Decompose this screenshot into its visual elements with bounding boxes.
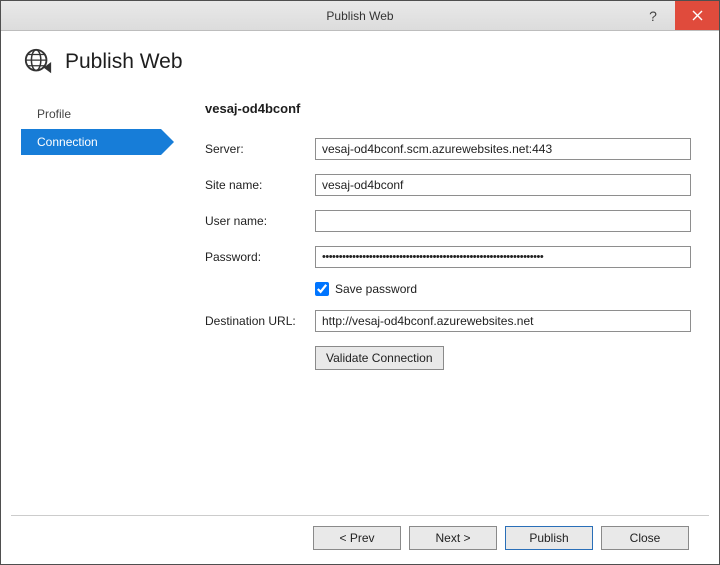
sidebar-item-label: Profile — [37, 107, 71, 121]
validate-connection-button[interactable]: Validate Connection — [315, 346, 444, 370]
window-controls: ? — [631, 1, 719, 30]
destination-url-label: Destination URL: — [205, 314, 315, 328]
dialog-title: Publish Web — [65, 50, 183, 74]
save-password-label: Save password — [335, 282, 417, 296]
site-name-input[interactable] — [315, 174, 691, 196]
close-button[interactable]: Close — [601, 526, 689, 550]
user-name-input[interactable] — [315, 210, 691, 232]
dialog-header: Publish Web — [1, 31, 719, 85]
prev-button[interactable]: < Prev — [313, 526, 401, 550]
profile-name-title: vesaj-od4bconf — [205, 101, 691, 116]
dialog-body: Profile Connection vesaj-od4bconf Server… — [1, 85, 719, 515]
sidebar-item-connection[interactable]: Connection — [21, 129, 161, 155]
server-row: Server: — [205, 138, 691, 160]
close-icon — [692, 10, 703, 21]
close-window-button[interactable] — [675, 1, 719, 30]
user-name-label: User name: — [205, 214, 315, 228]
server-input[interactable] — [315, 138, 691, 160]
save-password-row: Save password — [315, 282, 691, 296]
server-label: Server: — [205, 142, 315, 156]
save-password-checkbox[interactable] — [315, 282, 329, 296]
titlebar: Publish Web ? — [1, 1, 719, 31]
content-panel: vesaj-od4bconf Server: Site name: User n… — [161, 101, 719, 515]
wizard-steps-sidebar: Profile Connection — [1, 101, 161, 515]
site-name-label: Site name: — [205, 178, 315, 192]
publish-button[interactable]: Publish — [505, 526, 593, 550]
password-row: Password: — [205, 246, 691, 268]
user-name-row: User name: — [205, 210, 691, 232]
password-input[interactable] — [315, 246, 691, 268]
dialog-window: Publish Web ? Publish Web Profile Connec… — [0, 0, 720, 565]
password-label: Password: — [205, 250, 315, 264]
dialog-footer: < Prev Next > Publish Close — [11, 515, 709, 564]
validate-row: Validate Connection — [315, 346, 691, 370]
site-name-row: Site name: — [205, 174, 691, 196]
sidebar-item-label: Connection — [37, 135, 98, 149]
globe-publish-icon — [23, 47, 53, 77]
destination-url-row: Destination URL: — [205, 310, 691, 332]
destination-url-input[interactable] — [315, 310, 691, 332]
sidebar-item-profile[interactable]: Profile — [21, 101, 161, 127]
window-title: Publish Web — [1, 9, 719, 23]
help-button[interactable]: ? — [631, 1, 675, 30]
next-button[interactable]: Next > — [409, 526, 497, 550]
